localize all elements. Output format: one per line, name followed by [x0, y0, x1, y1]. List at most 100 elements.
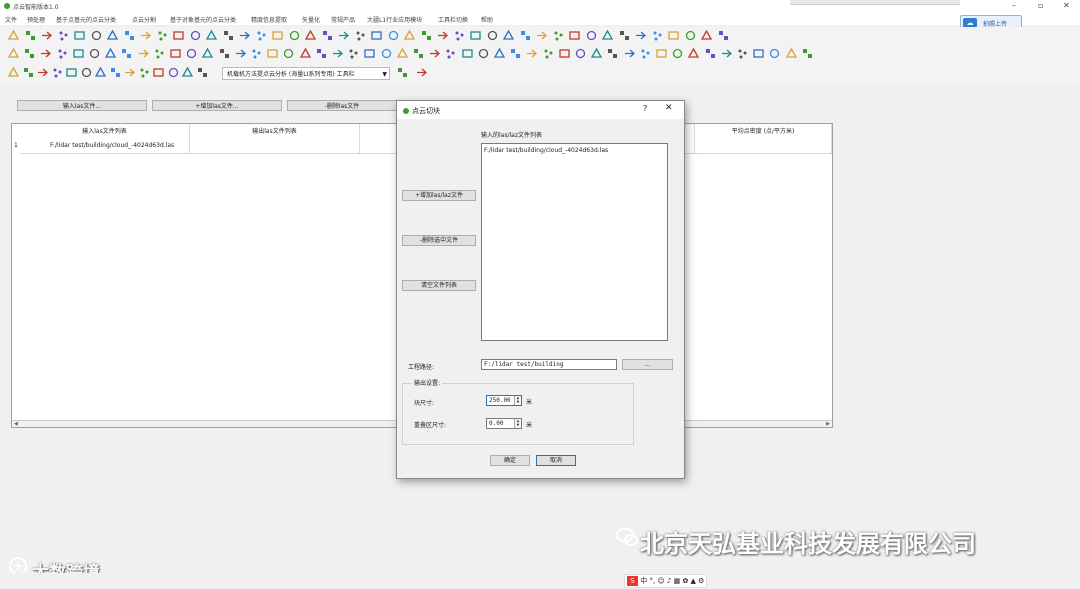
toolbar-tool-icon[interactable] [590, 47, 603, 60]
toolbar-tool-icon[interactable] [801, 47, 814, 60]
toolbar-tool-icon[interactable] [684, 29, 697, 42]
toolbar-tool-icon[interactable] [347, 47, 360, 60]
toolbar-tool-icon[interactable] [415, 66, 428, 79]
toolbar-tool-icon[interactable] [618, 29, 631, 42]
toolbar-tool-icon[interactable] [717, 29, 730, 42]
toolbar-tool-icon[interactable] [396, 66, 409, 79]
close-icon[interactable]: ✕ [1063, 1, 1070, 10]
toolbar-tool-icon[interactable] [167, 66, 180, 79]
toolbar-tool-icon[interactable] [535, 29, 548, 42]
toolbar-tool-icon[interactable] [720, 47, 733, 60]
list-item[interactable]: F:/lidar test/building/cloud_-4024d63d.l… [484, 147, 608, 154]
toolbar-tool-icon[interactable] [420, 29, 433, 42]
menu-precision[interactable]: 精度信息提取 [251, 15, 287, 24]
toolbar-tool-icon[interactable] [469, 29, 482, 42]
toolbar-tool-icon[interactable] [266, 47, 279, 60]
toolbar-tool-icon[interactable] [736, 47, 749, 60]
toolbar-tool-icon[interactable] [72, 47, 85, 60]
toolbar-tool-icon[interactable] [138, 66, 151, 79]
toolbar-tool-icon[interactable] [104, 47, 117, 60]
toolbar-tool-icon[interactable] [752, 47, 765, 60]
block-size-input[interactable]: 250.00 ▲ ▼ [486, 395, 522, 406]
toolbar-select[interactable]: 机载机方法提点云分析 (海量LI系列专用) 工具栏 ▼ [222, 67, 390, 80]
clear-list-button[interactable]: 清空文件列表 [402, 280, 476, 291]
scroll-left-icon[interactable]: ◀ [14, 421, 18, 427]
toolbar-tool-icon[interactable] [370, 29, 383, 42]
toolbar-tool-icon[interactable] [321, 29, 334, 42]
add-laz-button[interactable]: +增加las/laz文件 [402, 190, 476, 201]
file-listbox[interactable]: F:/lidar test/building/cloud_-4024d63d.l… [481, 143, 668, 341]
toolbar-tool-icon[interactable] [671, 47, 684, 60]
toolbar-tool-icon[interactable] [56, 47, 69, 60]
toolbar-tool-icon[interactable] [250, 47, 263, 60]
maximize-icon[interactable]: ▫ [1038, 1, 1043, 10]
menu-toolbar-switch[interactable]: 工具栏切换 [438, 15, 468, 24]
toolbar-tool-icon[interactable] [354, 29, 367, 42]
spinner-icon[interactable]: ▲ ▼ [514, 396, 521, 405]
browse-button[interactable]: ... [622, 359, 673, 370]
minimize-icon[interactable]: – [1012, 1, 1016, 10]
toolbar-tool-icon[interactable] [123, 66, 136, 79]
toolbar-tool-icon[interactable] [90, 29, 103, 42]
toolbar-tool-icon[interactable] [205, 29, 218, 42]
toolbar-tool-icon[interactable] [152, 66, 165, 79]
toolbar-tool-icon[interactable] [412, 47, 425, 60]
toolbar-tool-icon[interactable] [651, 29, 664, 42]
toolbar-tool-icon[interactable] [109, 66, 122, 79]
toolbar-tool-icon[interactable] [23, 47, 36, 60]
toolbar-tool-icon[interactable] [493, 47, 506, 60]
toolbar-tool-icon[interactable] [120, 47, 133, 60]
toolbar-tool-icon[interactable] [40, 29, 53, 42]
toolbar-tool-icon[interactable] [304, 29, 317, 42]
toolbar-tool-icon[interactable] [558, 47, 571, 60]
toolbar-tool-icon[interactable] [667, 29, 680, 42]
toolbar-tool-icon[interactable] [57, 29, 70, 42]
toolbar-tool-icon[interactable] [238, 29, 251, 42]
menu-dji-l1[interactable]: 大疆L1行业应用模块 [367, 15, 422, 24]
toolbar-tool-icon[interactable] [22, 66, 35, 79]
menu-point-classify[interactable]: 基于点基元的点云分类 [56, 15, 116, 24]
toolbar-tool-icon[interactable] [36, 66, 49, 79]
toolbar-tool-icon[interactable] [153, 47, 166, 60]
toolbar-tool-icon[interactable] [137, 47, 150, 60]
toolbar-tool-icon[interactable] [139, 29, 152, 42]
toolbar-tool-icon[interactable] [51, 66, 64, 79]
toolbar-tool-icon[interactable] [568, 29, 581, 42]
overlap-size-input[interactable]: 0.00 ▲ ▼ [486, 418, 522, 429]
toolbar-tool-icon[interactable] [234, 47, 247, 60]
toolbar-tool-icon[interactable] [486, 29, 499, 42]
toolbar-tool-icon[interactable] [65, 66, 78, 79]
toolbar-tool-icon[interactable] [24, 29, 37, 42]
toolbar-tool-icon[interactable] [123, 29, 136, 42]
toolbar-tool-icon[interactable] [525, 47, 538, 60]
toolbar-tool-icon[interactable] [574, 47, 587, 60]
toolbar-tool-icon[interactable] [88, 47, 101, 60]
toolbar-tool-icon[interactable] [444, 47, 457, 60]
toolbar-tool-icon[interactable] [519, 29, 532, 42]
menu-object-classify[interactable]: 基于对象基元的点云分类 [170, 15, 236, 24]
add-las-button[interactable]: +增加las文件... [152, 100, 282, 111]
toolbar-tool-icon[interactable] [509, 47, 522, 60]
toolbar-tool-icon[interactable] [585, 29, 598, 42]
toolbar-tool-icon[interactable] [387, 29, 400, 42]
toolbar-tool-icon[interactable] [639, 47, 652, 60]
toolbar-tool-icon[interactable] [704, 47, 717, 60]
toolbar-tool-icon[interactable] [363, 47, 376, 60]
toolbar-tool-icon[interactable] [601, 29, 614, 42]
toolbar-tool-icon[interactable] [477, 47, 490, 60]
close-icon[interactable]: ✕ [665, 103, 673, 113]
input-las-button[interactable]: 输入las文件... [17, 100, 147, 111]
toolbar-tool-icon[interactable] [403, 29, 416, 42]
menu-help[interactable]: 帮助 [481, 15, 493, 24]
scroll-right-icon[interactable]: ▶ [826, 421, 830, 427]
menu-vectorize[interactable]: 矢量化 [302, 15, 320, 24]
toolbar-tool-icon[interactable] [396, 47, 409, 60]
menu-file[interactable]: 文件 [5, 15, 17, 24]
ime-tray[interactable]: S 中 °, ☺ ♪ ▦ ✿ ▲ ⚙ [624, 574, 708, 588]
toolbar-tool-icon[interactable] [80, 66, 93, 79]
toolbar-tool-icon[interactable] [106, 29, 119, 42]
toolbar-tool-icon[interactable] [222, 29, 235, 42]
toolbar-tool-icon[interactable] [436, 29, 449, 42]
remove-selected-button[interactable]: -删除选中文件 [402, 235, 476, 246]
toolbar-tool-icon[interactable] [299, 47, 312, 60]
